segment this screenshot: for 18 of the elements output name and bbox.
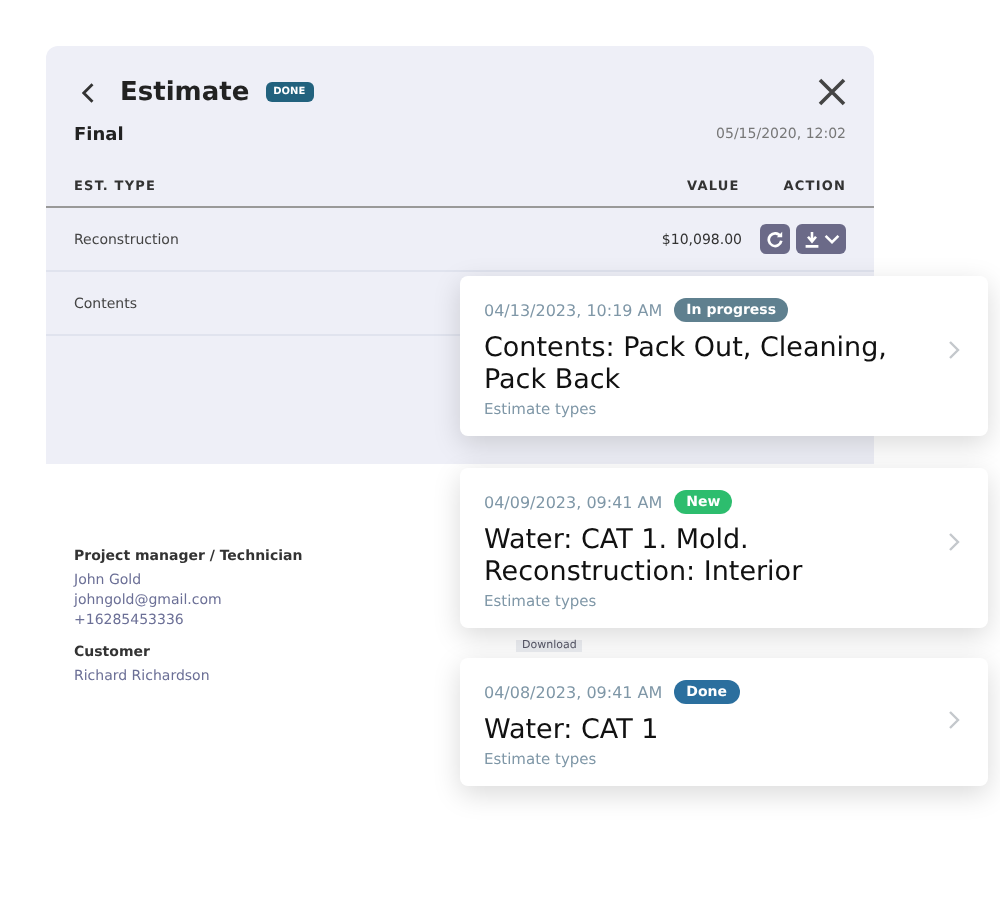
download-dropdown-button[interactable] (796, 224, 846, 254)
back-icon[interactable] (82, 81, 96, 103)
card-title: Water: CAT 1 (484, 714, 661, 746)
chevron-right-icon (948, 340, 960, 360)
close-icon[interactable] (818, 78, 846, 106)
card-date: 04/08/2023, 09:41 AM (484, 683, 663, 701)
estimate-label: Final (74, 126, 124, 146)
refresh-icon (766, 230, 784, 248)
chevron-right-icon (948, 709, 960, 730)
caret-icon (823, 234, 839, 244)
chevron-right-icon (948, 532, 960, 552)
download-icon (803, 231, 819, 247)
refresh-button[interactable] (760, 224, 790, 254)
card-date: 04/09/2023, 09:41 AM (484, 493, 663, 511)
card-date: 04/13/2023, 10:19 AM (484, 301, 663, 319)
card-title: Water: CAT 1. Mold. Reconstruction: Interior (484, 524, 805, 588)
panel-title: Estimate (120, 77, 250, 107)
card-title: Contents: Pack Out, Cleaning, Pack Back (484, 332, 889, 396)
